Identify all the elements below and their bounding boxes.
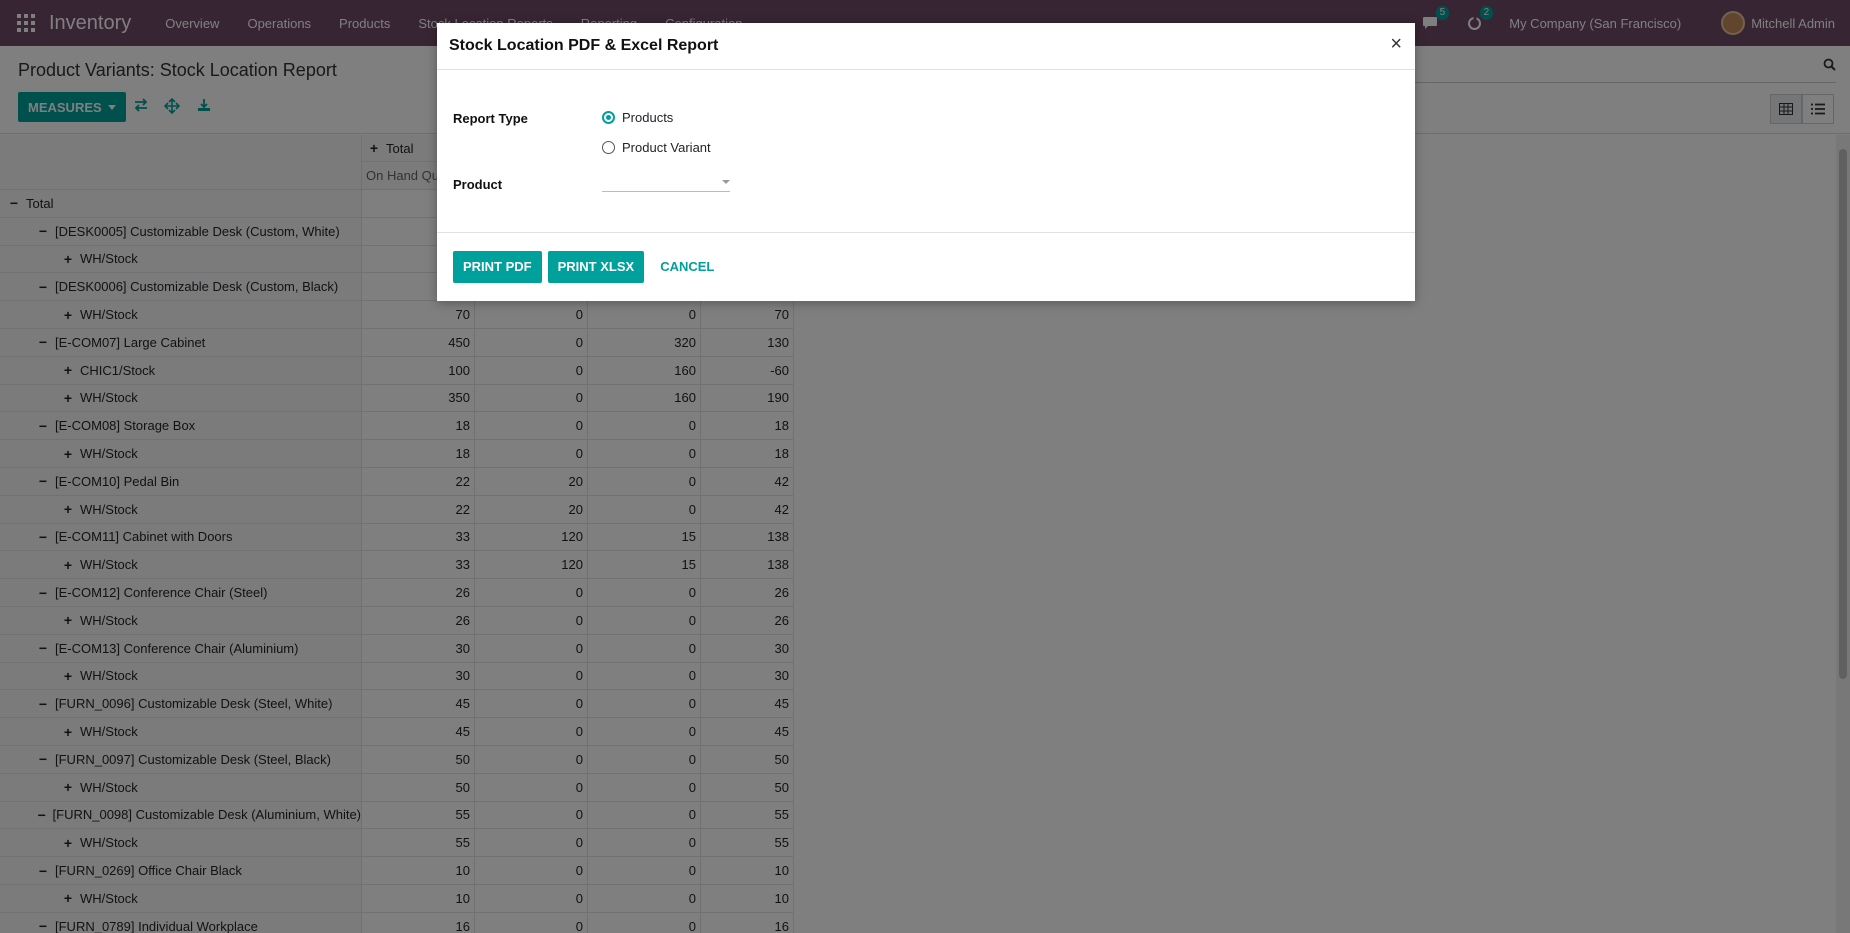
report-dialog: Stock Location PDF & Excel Report × Repo… [437,23,1415,301]
radio-product-variant[interactable]: Product Variant [602,140,711,155]
dialog-title: Stock Location PDF & Excel Report [449,37,719,54]
print-xlsx-button[interactable]: PRINT XLSX [547,250,645,283]
dialog-body: Report Type Products Product Variant Pro… [437,70,1415,233]
radio-products-label: Products [622,110,674,125]
product-select[interactable] [602,172,730,192]
product-label: Product [453,177,503,192]
radio-products[interactable]: Products [602,110,673,125]
cancel-button[interactable]: CANCEL [660,259,714,274]
radio-checked-icon[interactable] [602,111,615,124]
close-icon[interactable]: × [1390,34,1402,54]
print-pdf-button[interactable]: PRINT PDF [453,250,542,283]
radio-product-variant-label: Product Variant [622,140,711,155]
dialog-footer: PRINT PDF PRINT XLSX CANCEL [437,233,1415,300]
chevron-down-icon [722,180,730,184]
radio-unchecked-icon[interactable] [602,141,615,154]
dialog-header: Stock Location PDF & Excel Report × [437,23,1415,70]
report-type-label: Report Type [453,111,528,126]
